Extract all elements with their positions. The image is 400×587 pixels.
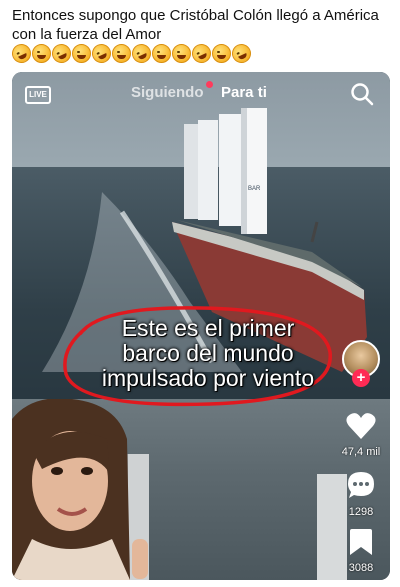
heart-icon (346, 413, 376, 439)
joy-emoji-icon (32, 44, 51, 63)
follow-plus-icon[interactable]: + (352, 369, 370, 387)
comment-icon (348, 472, 374, 498)
tiktok-video-screenshot[interactable]: BAR LIVE Siguiendo Para ti Este es el pr… (12, 72, 390, 580)
search-icon[interactable] (350, 82, 374, 106)
tiktok-top-bar: LIVE Siguiendo Para ti (12, 72, 390, 116)
joy-emoji-icon (72, 44, 91, 63)
tab-for-you[interactable]: Para ti (221, 84, 267, 101)
bookmark-icon (350, 529, 372, 555)
joy-emoji-icon (172, 44, 191, 63)
save-count: 3088 (348, 562, 374, 574)
tab-following[interactable]: Siguiendo (131, 84, 204, 101)
like-count: 47,4 mil (341, 446, 381, 458)
overlay-line: Este es el primer (121, 315, 295, 341)
overlay-line: impulsado por viento (101, 365, 315, 391)
overlay-line: barco del mundo (122, 340, 294, 366)
save-button[interactable]: 3088 (338, 528, 384, 574)
rofl-emoji-icon (48, 40, 75, 67)
rofl-emoji-icon (188, 40, 215, 67)
rofl-emoji-icon (128, 40, 155, 67)
comment-count: 1298 (348, 506, 374, 518)
video-overlay-text: Este es el primer barco del mundo impuls… (84, 316, 332, 391)
rofl-emoji-icon (8, 40, 35, 67)
svg-text:BAR: BAR (248, 186, 261, 192)
joy-emoji-icon (152, 44, 171, 63)
presenter-image (12, 399, 347, 580)
live-icon[interactable]: LIVE (25, 86, 51, 104)
rofl-emoji-icon (228, 40, 255, 67)
rofl-emoji-icon (88, 40, 115, 67)
comment-button[interactable]: 1298 (338, 470, 384, 518)
post-caption: Entonces supongo que Cristóbal Colón lle… (12, 7, 379, 43)
joy-emoji-icon (112, 44, 131, 63)
joy-emoji-icon (212, 44, 231, 63)
emoji-row (8, 40, 255, 67)
notification-dot (206, 81, 213, 88)
like-button[interactable]: 47,4 mil (338, 412, 384, 458)
